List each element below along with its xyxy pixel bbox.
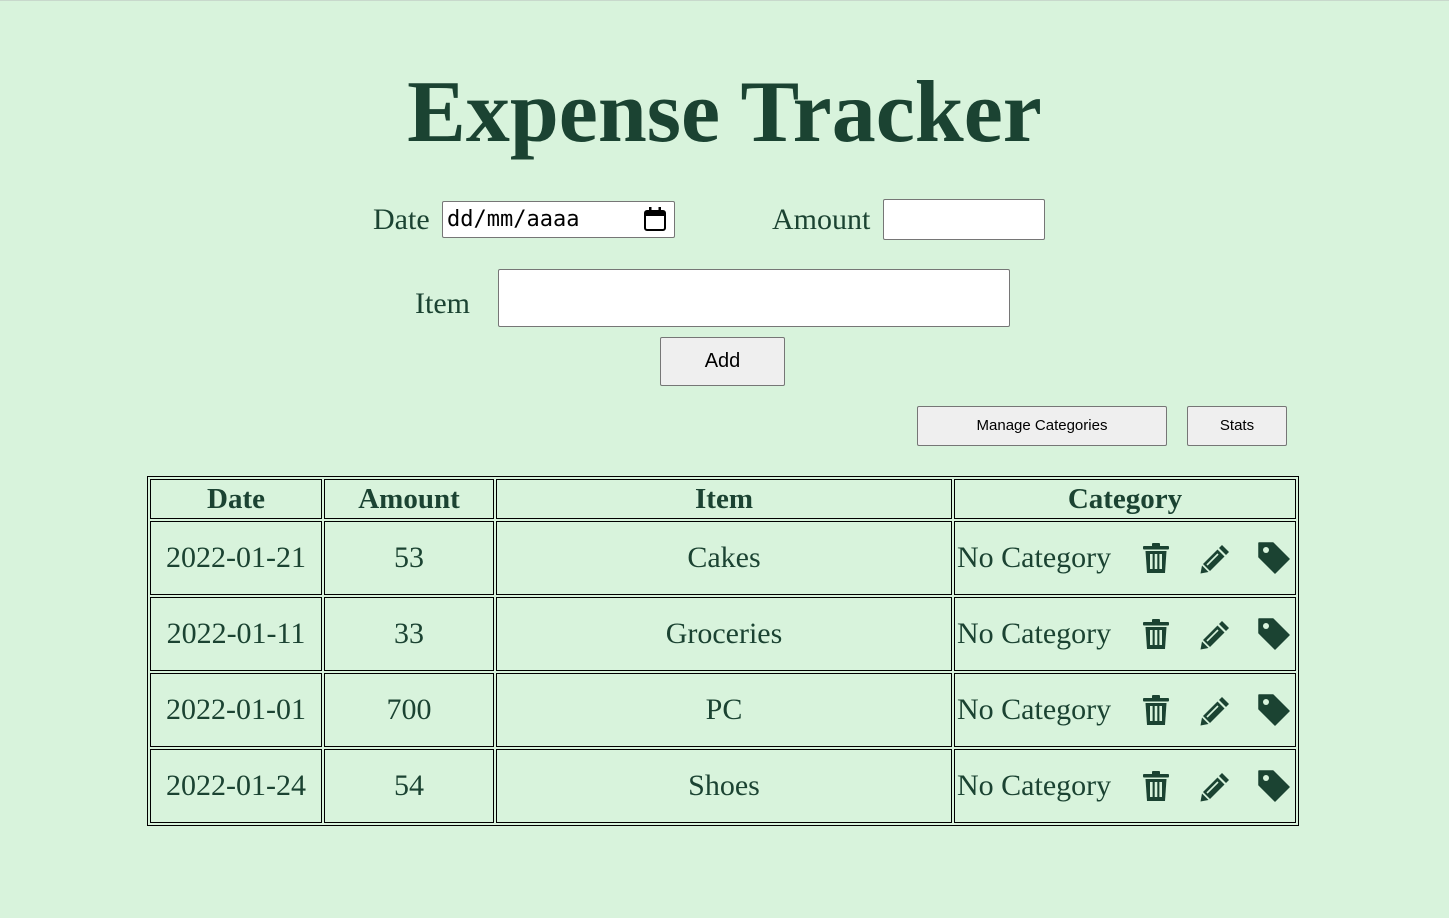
item-input[interactable] xyxy=(498,269,1010,327)
stats-button[interactable]: Stats xyxy=(1187,406,1287,446)
pencil-icon[interactable] xyxy=(1198,541,1232,575)
cell-item: Cakes xyxy=(496,521,952,595)
date-input[interactable]: dd/mm/aaaa xyxy=(442,201,675,238)
trash-icon[interactable] xyxy=(1139,541,1173,575)
cell-amount: 33 xyxy=(324,597,494,671)
cell-date: 2022-01-01 xyxy=(150,673,322,747)
tag-icon[interactable] xyxy=(1257,541,1291,575)
cell-category: No Category xyxy=(954,749,1296,823)
header-amount: Amount xyxy=(324,479,494,519)
header-category: Category xyxy=(954,479,1296,519)
cell-amount: 54 xyxy=(324,749,494,823)
table-row: 2022-01-11 33 Groceries No Category xyxy=(150,597,1296,671)
category-text: No Category xyxy=(957,769,1112,802)
category-text: No Category xyxy=(957,617,1112,650)
cell-category: No Category xyxy=(954,597,1296,671)
item-label: Item xyxy=(415,287,470,320)
table-header-row: Date Amount Item Category xyxy=(150,479,1296,519)
cell-item: Groceries xyxy=(496,597,952,671)
tag-icon[interactable] xyxy=(1257,693,1291,727)
cell-category: No Category xyxy=(954,673,1296,747)
cell-amount: 53 xyxy=(324,521,494,595)
page-title: Expense Tracker xyxy=(407,64,1042,161)
header-item: Item xyxy=(496,479,952,519)
cell-category: No Category xyxy=(954,521,1296,595)
calendar-icon[interactable] xyxy=(644,207,666,231)
date-input-placeholder: dd/mm/aaaa xyxy=(447,207,580,232)
pencil-icon[interactable] xyxy=(1198,693,1232,727)
add-button[interactable]: Add xyxy=(660,337,785,386)
category-text: No Category xyxy=(957,541,1112,574)
category-text: No Category xyxy=(957,693,1112,726)
cell-date: 2022-01-21 xyxy=(150,521,322,595)
table-row: 2022-01-21 53 Cakes No Category xyxy=(150,521,1296,595)
trash-icon[interactable] xyxy=(1139,617,1173,651)
cell-item: Shoes xyxy=(496,749,952,823)
cell-date: 2022-01-11 xyxy=(150,597,322,671)
trash-icon[interactable] xyxy=(1139,693,1173,727)
amount-input[interactable] xyxy=(883,199,1045,240)
trash-icon[interactable] xyxy=(1139,769,1173,803)
amount-label: Amount xyxy=(772,203,871,236)
cell-item: PC xyxy=(496,673,952,747)
table-row: 2022-01-24 54 Shoes No Category xyxy=(150,749,1296,823)
table-row: 2022-01-01 700 PC No Category xyxy=(150,673,1296,747)
manage-categories-button[interactable]: Manage Categories xyxy=(917,406,1167,446)
cell-amount: 700 xyxy=(324,673,494,747)
cell-date: 2022-01-24 xyxy=(150,749,322,823)
date-label: Date xyxy=(373,203,430,236)
header-date: Date xyxy=(150,479,322,519)
tag-icon[interactable] xyxy=(1257,617,1291,651)
expense-table: Date Amount Item Category 2022-01-21 53 … xyxy=(147,476,1299,826)
pencil-icon[interactable] xyxy=(1198,617,1232,651)
tag-icon[interactable] xyxy=(1257,769,1291,803)
pencil-icon[interactable] xyxy=(1198,769,1232,803)
